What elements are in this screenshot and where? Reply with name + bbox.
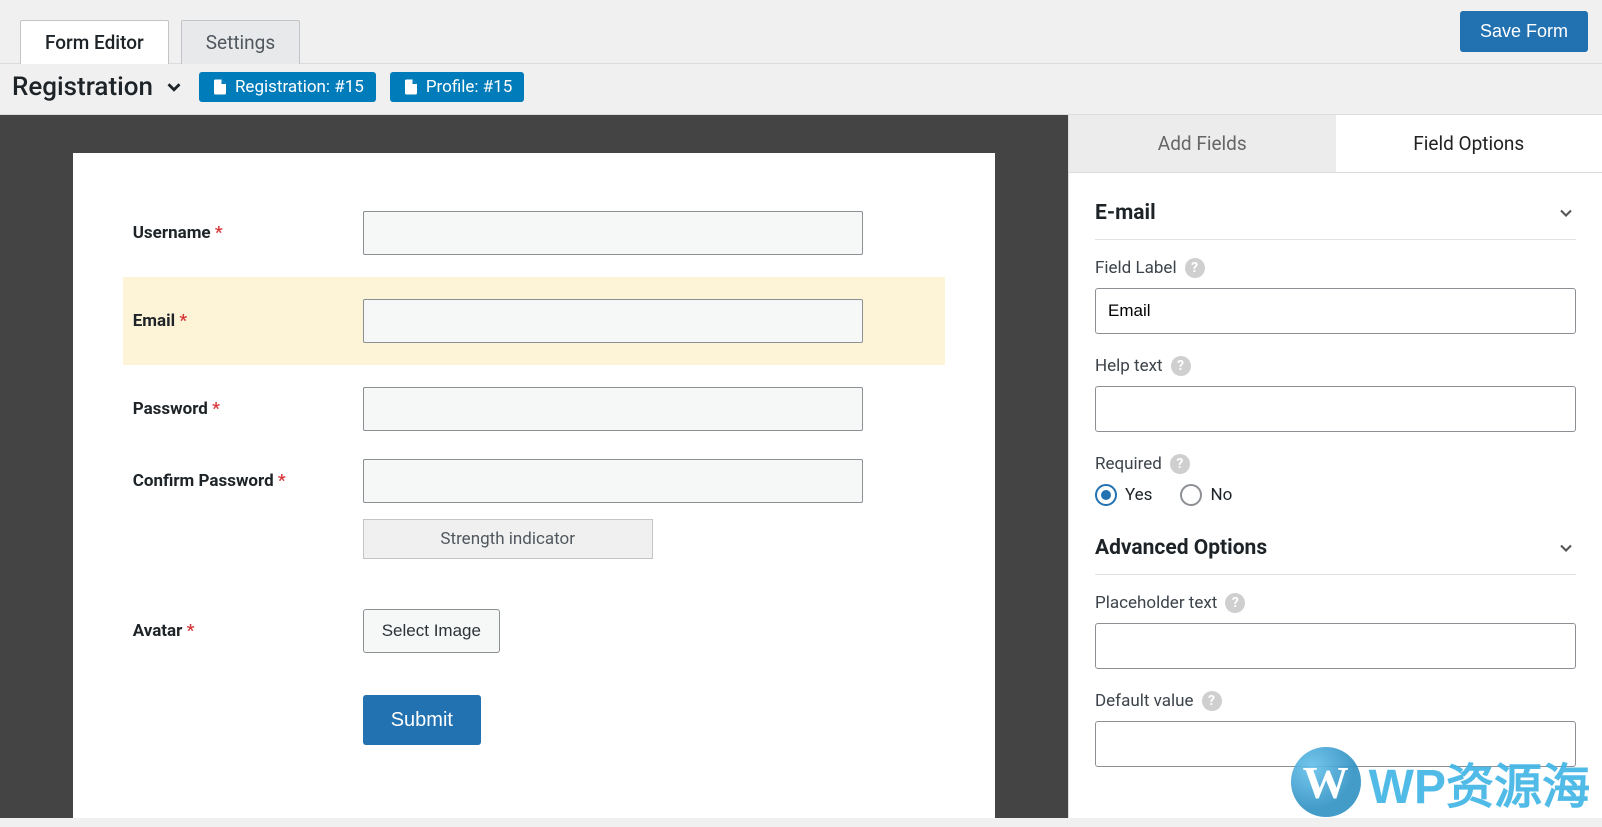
pill-profile[interactable]: Profile: #15 [390, 72, 525, 102]
radio-label: Yes [1125, 485, 1152, 505]
required-asterisk: * [278, 471, 286, 491]
page-icon [211, 78, 229, 96]
field-row-password[interactable]: Password * [123, 365, 946, 453]
radio-dot-icon [1180, 484, 1202, 506]
pill-registration[interactable]: Registration: #15 [199, 72, 376, 102]
workarea: Username * Email * Password * Confirm Pa… [0, 115, 1602, 818]
save-form-button[interactable]: Save Form [1460, 11, 1588, 52]
form-title-dropdown[interactable]: Registration [12, 72, 185, 102]
required-asterisk: * [179, 311, 187, 331]
field-row-avatar[interactable]: Avatar * Select Image [123, 587, 946, 675]
section-advanced-header[interactable]: Advanced Options [1095, 526, 1576, 575]
field-row-username[interactable]: Username * [123, 189, 946, 277]
sidebar-body[interactable]: E-mail Field Label ? Help text ? Require… [1069, 173, 1602, 818]
default-value-input[interactable] [1095, 721, 1576, 767]
topbar: Form Editor Settings Save Form [0, 0, 1602, 64]
help-icon[interactable]: ? [1170, 454, 1190, 474]
help-text-label: Help text ? [1095, 356, 1576, 376]
tab-form-editor[interactable]: Form Editor [20, 20, 169, 64]
required-label: Required ? [1095, 454, 1576, 474]
placeholder-text-input[interactable] [1095, 623, 1576, 669]
pill-profile-label: Profile: #15 [426, 77, 513, 97]
tab-settings[interactable]: Settings [181, 20, 300, 64]
top-tabs: Form Editor Settings [20, 0, 300, 63]
field-label: Email * [133, 311, 363, 331]
field-row-confirm-password[interactable]: Confirm Password * [123, 453, 946, 525]
required-radio-group: Yes No [1095, 484, 1576, 506]
field-label-label: Field Label ? [1095, 258, 1576, 278]
help-icon[interactable]: ? [1225, 593, 1245, 613]
field-label: Username * [133, 223, 363, 243]
required-asterisk: * [215, 223, 223, 243]
pill-registration-label: Registration: #15 [235, 77, 364, 97]
tab-add-fields[interactable]: Add Fields [1069, 115, 1336, 172]
strength-indicator: Strength indicator [363, 519, 653, 559]
help-icon[interactable]: ? [1202, 691, 1222, 711]
radio-dot-icon [1095, 484, 1117, 506]
submit-button[interactable]: Submit [363, 695, 481, 745]
section-title: E-mail [1095, 201, 1156, 225]
required-asterisk: * [187, 621, 195, 641]
section-title: Advanced Options [1095, 536, 1267, 560]
password-input[interactable] [363, 387, 863, 431]
tab-field-options[interactable]: Field Options [1336, 115, 1602, 172]
sidebar-tabs: Add Fields Field Options [1069, 115, 1602, 173]
page-icon [402, 78, 420, 96]
secondrow: Registration Registration: #15 Profile: … [0, 64, 1602, 115]
section-email-header[interactable]: E-mail [1095, 191, 1576, 240]
form-card: Username * Email * Password * Confirm Pa… [73, 153, 996, 818]
sidebar: Add Fields Field Options E-mail Field La… [1068, 115, 1602, 818]
field-label: Confirm Password * [133, 471, 363, 491]
default-value-label: Default value ? [1095, 691, 1576, 711]
help-text-input[interactable] [1095, 386, 1576, 432]
username-input[interactable] [363, 211, 863, 255]
form-title-text: Registration [12, 72, 153, 102]
confirm-password-input[interactable] [363, 459, 863, 503]
chevron-down-icon [1556, 203, 1576, 223]
select-image-button[interactable]: Select Image [363, 609, 500, 653]
required-no-radio[interactable]: No [1180, 484, 1232, 506]
placeholder-text-label: Placeholder text ? [1095, 593, 1576, 613]
field-label-input[interactable] [1095, 288, 1576, 334]
field-label: Password * [133, 399, 363, 419]
form-canvas[interactable]: Username * Email * Password * Confirm Pa… [0, 115, 1068, 818]
field-row-email[interactable]: Email * [123, 277, 946, 365]
field-label: Avatar * [133, 621, 363, 641]
email-input[interactable] [363, 299, 863, 343]
required-yes-radio[interactable]: Yes [1095, 484, 1152, 506]
chevron-down-icon [163, 76, 185, 98]
help-icon[interactable]: ? [1171, 356, 1191, 376]
radio-label: No [1210, 485, 1232, 505]
help-icon[interactable]: ? [1185, 258, 1205, 278]
required-asterisk: * [212, 399, 220, 419]
chevron-down-icon [1556, 538, 1576, 558]
